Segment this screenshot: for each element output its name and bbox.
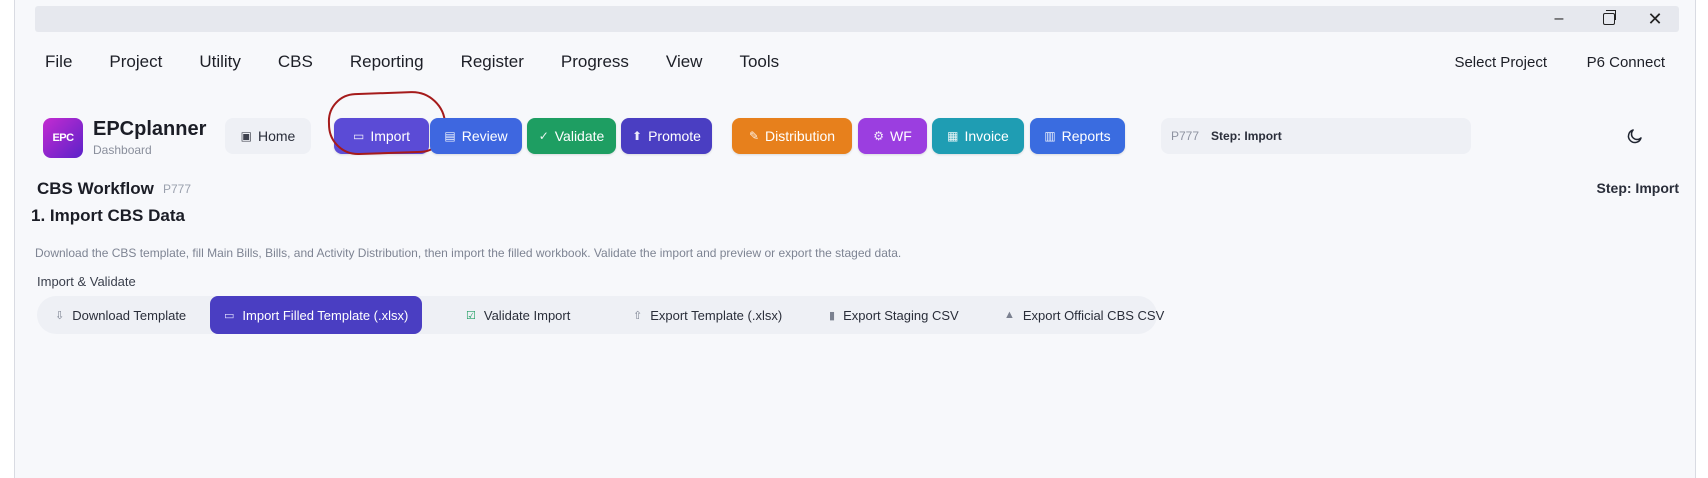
download-template-button[interactable]: ⇩ Download Template <box>55 296 186 334</box>
download-icon: ⇩ <box>55 309 65 322</box>
close-icon: ✕ <box>1647 8 1663 29</box>
download-template-label: Download Template <box>72 307 187 323</box>
menu-bar: File Project Utility CBS Reporting Regis… <box>45 48 816 76</box>
maximize-icon <box>1603 10 1616 25</box>
workflow-toolbar: EPC EPCplanner Dashboard ▣ Home ▭ Import… <box>15 89 1695 168</box>
moon-icon <box>1627 129 1642 144</box>
home-label: Home <box>257 128 296 144</box>
title-bar: – ✕ <box>35 6 1679 32</box>
wf-label: WF <box>890 128 912 144</box>
export-staging-csv-button[interactable]: ▮ Export Staging CSV <box>829 296 959 334</box>
theme-toggle-button[interactable] <box>1621 122 1649 150</box>
distribution-icon: ✎ <box>748 129 760 143</box>
distribution-label: Distribution <box>765 128 836 144</box>
export-official-csv-label: Export Official CBS CSV <box>1022 307 1165 323</box>
invoice-icon: ▦ <box>947 129 959 143</box>
export-template-button[interactable]: ⇧ Export Template (.xlsx) <box>633 296 782 334</box>
brand-title: EPCplanner <box>93 118 207 140</box>
wf-button[interactable]: ⚙ WF <box>858 118 927 154</box>
distribution-button[interactable]: ✎ Distribution <box>732 118 852 154</box>
reports-label: Reports <box>1061 128 1111 144</box>
home-icon: ▣ <box>240 129 252 143</box>
menu-file[interactable]: File <box>45 48 72 76</box>
promote-button[interactable]: ⬆ Promote <box>621 118 712 154</box>
import-file-icon: ▭ <box>224 309 235 322</box>
menu-view[interactable]: View <box>666 48 703 76</box>
import-button[interactable]: ▭ Import <box>334 118 429 154</box>
import-actions-bar: ⇩ Download Template ▭ Import Filled Temp… <box>37 296 1164 334</box>
review-button[interactable]: ▤ Review <box>430 118 522 154</box>
validate-import-label: Validate Import <box>483 307 571 323</box>
minimize-button[interactable]: – <box>1539 8 1579 30</box>
brand-subtitle: Dashboard <box>93 143 152 157</box>
logo-text: EPC <box>52 132 74 144</box>
menu-utility[interactable]: Utility <box>199 48 241 76</box>
validate-button[interactable]: ✓ Validate <box>527 118 616 154</box>
current-step: Step: Import <box>1211 129 1282 143</box>
menu-tools[interactable]: Tools <box>739 48 779 76</box>
bar-chart-icon: ▮ <box>829 309 836 322</box>
menu-project[interactable]: Project <box>109 48 162 76</box>
export-staging-csv-label: Export Staging CSV <box>843 307 959 323</box>
review-label: Review <box>461 128 508 144</box>
minimize-icon: – <box>1554 10 1564 27</box>
invoice-label: Invoice <box>964 128 1009 144</box>
section-description: Download the CBS template, fill Main Bil… <box>35 246 902 260</box>
check-icon: ✓ <box>538 129 549 143</box>
invoice-button[interactable]: ▦ Invoice <box>932 118 1024 154</box>
upload-icon: ⇧ <box>633 309 643 322</box>
reports-icon: ▥ <box>1044 129 1056 143</box>
menu-progress[interactable]: Progress <box>561 48 629 76</box>
import-filled-template-label: Import Filled Template (.xlsx) <box>242 307 409 323</box>
app-logo: EPC <box>43 118 83 158</box>
p6-connect-link[interactable]: P6 Connect <box>1587 54 1665 71</box>
wf-icon: ⚙ <box>873 129 884 143</box>
validate-import-button[interactable]: ☑ Validate Import <box>466 296 570 334</box>
promote-icon: ⬆ <box>632 129 643 143</box>
import-icon: ▭ <box>352 129 365 143</box>
close-button[interactable]: ✕ <box>1635 8 1675 30</box>
import-label: Import <box>370 128 411 144</box>
workflow-step: Step: Import <box>1596 180 1679 196</box>
workflow-title: CBS Workflow <box>37 179 154 198</box>
step-indicator: P777 Step: Import <box>1161 118 1471 154</box>
home-button[interactable]: ▣ Home <box>225 118 311 154</box>
export-template-label: Export Template (.xlsx) <box>650 307 783 323</box>
app-window: – ✕ File Project Utility CBS Reporting R… <box>14 0 1696 478</box>
bank-icon: ▲ <box>1004 309 1015 321</box>
brand: EPCplanner Dashboard <box>93 118 206 157</box>
menu-reporting[interactable]: Reporting <box>350 48 424 76</box>
export-official-csv-button[interactable]: ▲ Export Official CBS CSV <box>1004 296 1164 334</box>
reports-button[interactable]: ▥ Reports <box>1030 118 1125 154</box>
checkbox-icon: ☑ <box>466 309 476 322</box>
review-icon: ▤ <box>444 129 456 143</box>
project-id: P777 <box>1171 129 1200 143</box>
workflow-project-id: P777 <box>163 182 192 196</box>
validate-label: Validate <box>554 128 605 144</box>
menu-register[interactable]: Register <box>461 48 524 76</box>
menu-cbs[interactable]: CBS <box>278 48 313 76</box>
promote-label: Promote <box>648 128 701 144</box>
section-title: 1. Import CBS Data <box>31 206 185 225</box>
maximize-button[interactable] <box>1589 8 1629 30</box>
import-validate-label: Import & Validate <box>37 274 136 289</box>
import-filled-template-button[interactable]: ▭ Import Filled Template (.xlsx) <box>210 296 423 334</box>
select-project-link[interactable]: Select Project <box>1454 54 1547 71</box>
